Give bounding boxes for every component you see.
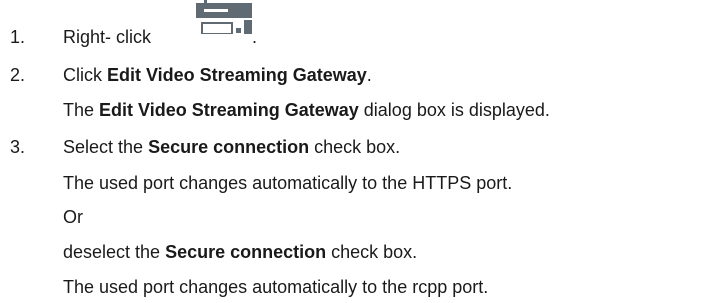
step-number: 3. (10, 137, 26, 157)
step-text: Select the Secure connection check box. (63, 137, 401, 157)
ui-element-name: Edit Video Streaming Gateway (99, 100, 359, 120)
step-number: 1. (10, 27, 26, 47)
alternative-text: deselect the Secure connection check box… (63, 242, 418, 262)
ui-element-name: Secure connection (165, 242, 327, 262)
ui-element-name: Secure connection (148, 137, 310, 157)
video-streaming-gateway-icon (196, 0, 252, 34)
ui-element-name: Edit Video Streaming Gateway (107, 65, 367, 85)
step-text: Click Edit Video Streaming Gateway. (63, 65, 372, 85)
result-text: The Edit Video Streaming Gateway dialog … (63, 100, 550, 120)
result-text: The used port changes automatically to t… (63, 277, 489, 297)
step-text: Right- click (63, 27, 152, 47)
result-text: The used port changes automatically to t… (63, 173, 513, 193)
step-number: 2. (10, 65, 26, 85)
step-1-suffix: . (252, 27, 258, 47)
or-text: Or (63, 207, 83, 227)
